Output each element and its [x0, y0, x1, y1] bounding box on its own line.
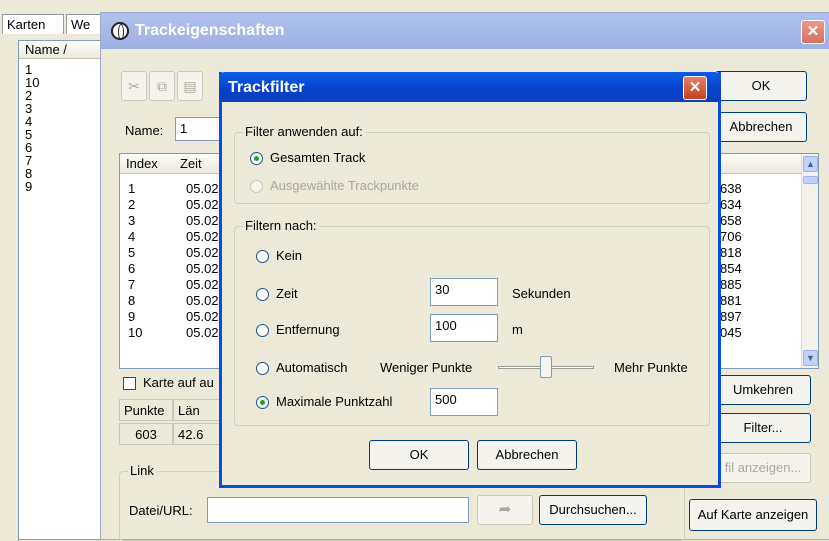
cell-tail: 818 — [720, 245, 742, 260]
main-tab-strip: Karten We — [0, 0, 110, 36]
radio-automatic[interactable] — [256, 362, 269, 375]
slider-thumb[interactable] — [540, 356, 552, 378]
cell-index: 1 — [128, 181, 136, 196]
cell-tail: 885 — [720, 277, 742, 292]
time-unit: Sekunden — [512, 286, 571, 301]
points-value: 603 — [119, 423, 173, 445]
radio-none[interactable] — [256, 250, 269, 263]
scroll-down-icon[interactable]: ▼ — [803, 350, 818, 366]
filter-ok-button[interactable]: OK — [369, 440, 469, 470]
automatic-label: Automatisch — [276, 360, 348, 375]
track-properties-titlebar[interactable]: Trackeigenschaften ✕ — [101, 13, 829, 49]
cell-index: 4 — [128, 229, 136, 244]
length-value: 42.6 — [173, 423, 223, 445]
whole-track-label: Gesamten Track — [270, 150, 366, 165]
more-points-label: Mehr Punkte — [614, 360, 688, 375]
tab-karten[interactable]: Karten — [2, 14, 64, 34]
track-properties-title: Trackeigenschaften — [135, 22, 285, 39]
distance-label: Entfernung — [276, 322, 340, 337]
link-group-label: Link — [128, 463, 156, 478]
show-profile-button[interactable]: fil anzeigen... — [715, 453, 811, 483]
max-points-label: Maximale Punktzahl — [276, 394, 393, 409]
none-label: Kein — [276, 248, 303, 263]
time-input[interactable]: 30 — [430, 278, 498, 306]
file-url-label: Datei/URL: — [129, 503, 193, 518]
radio-whole-track[interactable] — [250, 152, 263, 165]
cell-time: 05.02 — [186, 309, 219, 324]
cell-tail: 045 — [720, 325, 742, 340]
cell-index: 7 — [128, 277, 136, 292]
cell-tail: 634 — [720, 197, 742, 212]
length-header: Län — [173, 399, 223, 421]
cell-index: 10 — [128, 325, 143, 340]
cell-index: 2 — [128, 197, 136, 212]
cell-time: 05.02 — [186, 277, 219, 292]
list-item[interactable]: 9 — [25, 180, 32, 193]
close-icon[interactable]: ✕ — [683, 76, 707, 100]
cancel-button[interactable]: Abbrechen — [715, 112, 807, 142]
globe-icon — [111, 22, 129, 40]
apply-to-group-label: Filter anwenden auf: — [243, 124, 365, 139]
radio-selected-points[interactable] — [250, 180, 263, 193]
radio-distance[interactable] — [256, 324, 269, 337]
points-slider[interactable] — [498, 356, 594, 378]
scroll-up-icon[interactable]: ▲ — [803, 156, 818, 172]
scroll-thumb[interactable] — [803, 176, 818, 184]
track-filter-title: Trackfilter — [228, 79, 305, 96]
time-label: Zeit — [276, 286, 298, 301]
track-filter-titlebar[interactable]: Trackfilter ✕ — [219, 72, 721, 102]
cell-tail: 706 — [720, 229, 742, 244]
karte-checkbox-label: Karte auf au — [143, 375, 214, 390]
cell-tail: 897 — [720, 309, 742, 324]
cell-time: 05.02 — [186, 245, 219, 260]
file-url-input[interactable] — [207, 497, 469, 523]
cell-time: 05.02 — [186, 325, 219, 340]
track-filter-dialog: Trackfilter ✕ Filter anwenden auf: Gesam… — [219, 72, 721, 488]
filter-cancel-button[interactable]: Abbrechen — [477, 440, 577, 470]
cell-index: 5 — [128, 245, 136, 260]
fewer-points-label: Weniger Punkte — [380, 360, 473, 375]
cell-index: 6 — [128, 261, 136, 276]
column-time[interactable]: Zeit — [180, 156, 202, 171]
distance-input[interactable]: 100 — [430, 314, 498, 342]
filter-by-group-label: Filtern nach: — [243, 218, 319, 233]
filter-button[interactable]: Filter... — [715, 413, 811, 443]
go-arrow-icon[interactable]: ➦ — [477, 495, 533, 525]
cell-tail: 881 — [720, 293, 742, 308]
cell-time: 05.02 — [186, 293, 219, 308]
radio-time[interactable] — [256, 288, 269, 301]
show-on-map-button[interactable]: Auf Karte anzeigen — [689, 499, 817, 531]
points-header: Punkte — [119, 399, 173, 421]
cell-time: 05.02 — [186, 197, 219, 212]
close-icon[interactable]: ✕ — [801, 20, 825, 44]
cell-time: 05.02 — [186, 229, 219, 244]
cell-index: 8 — [128, 293, 136, 308]
cell-index: 3 — [128, 213, 136, 228]
cell-tail: 658 — [720, 213, 742, 228]
cell-tail: 854 — [720, 261, 742, 276]
cell-index: 9 — [128, 309, 136, 324]
table-scrollbar[interactable]: ▲ ▼ — [801, 154, 818, 368]
cell-time: 05.02 — [186, 213, 219, 228]
karte-checkbox[interactable] — [123, 377, 136, 390]
reverse-button[interactable]: Umkehren — [715, 375, 811, 405]
cut-icon[interactable]: ✂ — [121, 71, 147, 101]
selected-points-label: Ausgewählte Trackpunkte — [270, 178, 419, 193]
browse-button[interactable]: Durchsuchen... — [539, 495, 647, 525]
ok-button[interactable]: OK — [715, 71, 807, 101]
name-label: Name: — [125, 123, 164, 138]
max-points-input[interactable]: 500 — [430, 388, 498, 416]
paste-icon[interactable]: ▤ — [177, 71, 203, 101]
list-column-name-header[interactable]: Name / — [19, 41, 105, 59]
cell-tail: 638 — [720, 181, 742, 196]
apply-to-group: Filter anwenden auf: — [234, 124, 710, 204]
cell-time: 05.02 — [186, 181, 219, 196]
distance-unit: m — [512, 322, 523, 337]
column-index[interactable]: Index — [126, 156, 158, 171]
track-list[interactable]: Name / 1 10 2 3 4 5 6 7 8 9 — [18, 40, 106, 540]
radio-max-points[interactable] — [256, 396, 269, 409]
copy-icon[interactable]: ⧉ — [149, 71, 175, 101]
cell-time: 05.02 — [186, 261, 219, 276]
